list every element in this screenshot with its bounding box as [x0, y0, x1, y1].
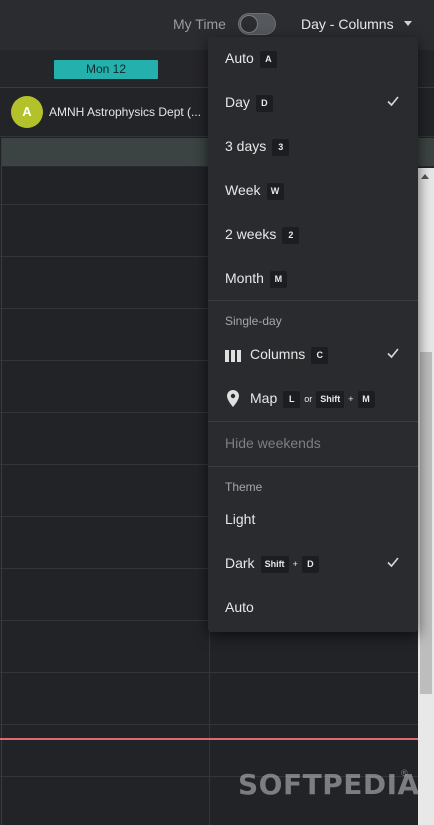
- menu-item-label: 2 weeks: [225, 226, 277, 242]
- chevron-down-icon[interactable]: [404, 21, 412, 26]
- menu-item-label: Month: [225, 270, 264, 286]
- shortcut-key: M: [269, 271, 287, 288]
- my-time-toggle[interactable]: [238, 13, 276, 35]
- menu-item-light[interactable]: Light: [208, 498, 418, 542]
- menu-item-label: Columns: [250, 346, 306, 362]
- menu-item-2-weeks[interactable]: 2 weeks 2: [208, 213, 418, 257]
- menu-item-hide-weekends: Hide weekends: [208, 422, 418, 466]
- menu-item-map[interactable]: Map Lor Shift + M: [208, 377, 418, 421]
- checkmark-icon: [387, 557, 399, 568]
- menu-divider: [208, 466, 418, 467]
- menu-item-month[interactable]: Month M: [208, 257, 418, 301]
- menu-item-dark[interactable]: Dark Shift + D: [208, 542, 418, 586]
- menu-item-columns[interactable]: Columns C: [208, 333, 418, 377]
- menu-divider: [208, 300, 418, 301]
- shortcut-key: D: [255, 95, 273, 112]
- menu-item-label: Auto: [225, 599, 254, 615]
- shortcut-or: or: [304, 394, 313, 404]
- menu-item-label: Dark: [225, 555, 255, 571]
- scrollbar-thumb[interactable]: [420, 352, 432, 694]
- shortcut-key: L: [283, 391, 301, 408]
- view-select-button[interactable]: Day - Columns: [301, 16, 394, 32]
- menu-item-week[interactable]: Week W: [208, 169, 418, 213]
- section-heading-single-day: Single-day: [225, 314, 282, 328]
- shortcut-key: M: [357, 391, 375, 408]
- shortcut-plus: +: [348, 394, 354, 404]
- columns-icon: [225, 350, 241, 362]
- menu-item-label: Week: [225, 182, 261, 198]
- shortcut-key: D: [301, 556, 319, 573]
- resource-name[interactable]: AMNH Astrophysics Dept (...: [49, 105, 201, 119]
- menu-item-day[interactable]: Day D: [208, 81, 418, 125]
- shortcut-key: A: [259, 51, 277, 68]
- checkmark-icon: [387, 96, 399, 107]
- menu-item-auto[interactable]: Auto A: [208, 37, 418, 81]
- checkmark-icon: [387, 348, 399, 359]
- shortcut-key: C: [311, 347, 329, 364]
- map-pin-icon: [227, 390, 239, 407]
- shortcut-key: 3: [272, 139, 290, 156]
- menu-item-label: Hide weekends: [225, 435, 321, 451]
- menu-item-label: Light: [225, 511, 256, 527]
- view-dropdown-menu: Auto A Day D 3 days 3 Week W 2 weeks 2 Month M…: [208, 37, 418, 632]
- shortcut-key: W: [266, 183, 284, 200]
- my-time-label: My Time: [173, 16, 226, 32]
- current-time-line: [0, 738, 418, 740]
- menu-item-label: Auto: [225, 50, 254, 66]
- shortcut-key: Shift: [316, 391, 345, 408]
- menu-item-label: Map: [250, 390, 278, 406]
- scroll-up-icon[interactable]: [421, 174, 429, 179]
- shortcut-plus: +: [292, 559, 298, 569]
- shortcut-key: Shift: [260, 556, 289, 573]
- toggle-knob: [240, 15, 258, 33]
- section-heading-theme: Theme: [225, 480, 263, 494]
- shortcut-key: 2: [282, 227, 300, 244]
- menu-item-3-days[interactable]: 3 days 3: [208, 125, 418, 169]
- day-label[interactable]: Mon 12: [54, 60, 158, 79]
- watermark-registered: ®: [401, 768, 408, 778]
- menu-item-label: 3 days: [225, 138, 267, 154]
- avatar[interactable]: A: [11, 96, 43, 128]
- menu-item-theme-auto[interactable]: Auto: [208, 586, 418, 630]
- menu-item-label: Day: [225, 94, 250, 110]
- grid-column-divider: [1, 138, 2, 825]
- watermark: SOFTPEDIA: [238, 768, 420, 801]
